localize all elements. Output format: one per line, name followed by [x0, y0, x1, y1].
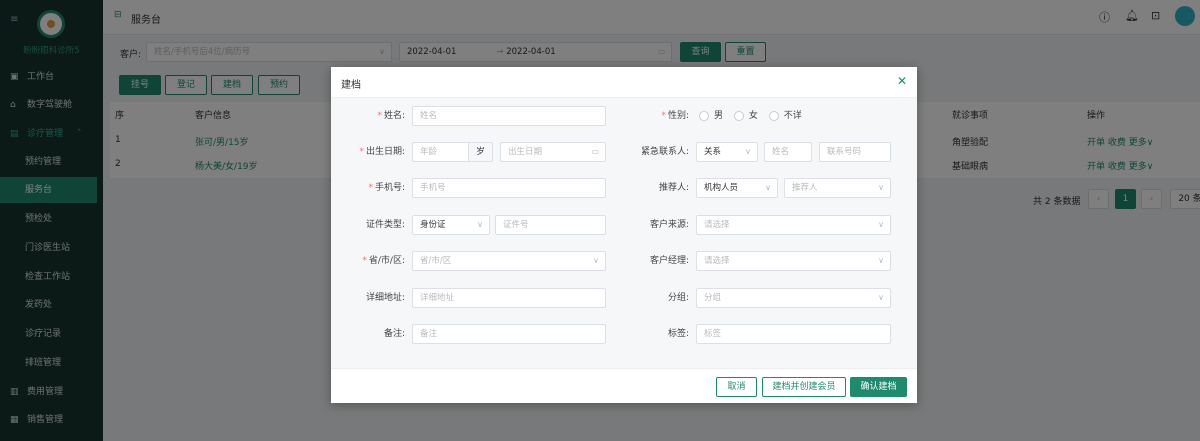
age-unit: 岁: [468, 142, 493, 162]
chevron-down-icon: ∨: [477, 220, 483, 229]
label-text: 出生日期:: [365, 147, 405, 157]
dialog-footer: 取消 建档并创建会员 确认建档: [331, 368, 917, 403]
manager-select[interactable]: 请选择 ∨: [696, 251, 891, 271]
chevron-down-icon: ∨: [878, 183, 884, 192]
region-label: * 省/市/区:: [362, 256, 405, 266]
label-text: 省/市/区:: [368, 256, 405, 266]
placeholder: 请选择: [704, 220, 730, 230]
placeholder: 分组: [704, 293, 722, 303]
id-type-label: 证件类型:: [365, 220, 405, 230]
phone-label: * 手机号:: [368, 183, 405, 193]
close-icon[interactable]: ✕: [897, 74, 907, 88]
name-label: * 姓名:: [377, 111, 405, 121]
note-label: 备注:: [383, 329, 405, 339]
relation-select[interactable]: 关系 ∨: [696, 142, 758, 162]
label-text: 姓名:: [383, 111, 405, 121]
placeholder: 请选择: [704, 256, 730, 266]
dialog-title: 建档: [341, 80, 361, 91]
unknown-label[interactable]: 不详: [784, 111, 802, 121]
tag-input[interactable]: 标签: [696, 324, 891, 344]
placeholder: 省/市/区: [420, 256, 452, 266]
placeholder: 推荐人: [792, 183, 818, 193]
radio-unknown[interactable]: [768, 110, 779, 121]
referrer-type-select[interactable]: 机构人员 ∨: [696, 178, 778, 198]
referrer-select[interactable]: 推荐人 ∨: [784, 178, 891, 198]
create-file-dialog: 建档 ✕ * 姓名: 姓名 * 性别: 男 女 不详 * 出生日期: 年龄 岁 出生日…: [331, 67, 917, 403]
cancel-button[interactable]: 取消: [716, 377, 757, 397]
radio-male[interactable]: [699, 110, 709, 121]
referrer-label: 推荐人:: [658, 183, 689, 193]
phone-input[interactable]: 手机号: [412, 178, 606, 198]
group-select[interactable]: 分组 ∨: [696, 288, 891, 308]
group-label: 分组:: [667, 293, 689, 303]
note-input[interactable]: 备注: [412, 324, 606, 344]
chevron-down-icon: ∨: [745, 147, 751, 156]
chevron-down-icon: ∨: [878, 256, 884, 265]
address-input[interactable]: 详细地址: [412, 288, 606, 308]
birth-label: * 出生日期:: [359, 147, 405, 157]
chevron-down-icon: ∨: [765, 183, 771, 192]
source-label: 客户来源:: [649, 220, 689, 230]
chevron-down-icon: ∨: [593, 256, 599, 265]
label-text: 手机号:: [374, 183, 405, 193]
emergency-phone-input[interactable]: 联系号码: [819, 142, 891, 162]
create-member-button[interactable]: 建档并创建会员: [762, 377, 846, 397]
address-label: 详细地址:: [365, 293, 405, 303]
placeholder: 出生日期: [508, 147, 543, 157]
male-label[interactable]: 男: [714, 111, 723, 121]
dialog-header: 建档 ✕: [331, 67, 917, 98]
gender-radios: 男 女 不详: [691, 106, 802, 126]
id-number-input[interactable]: 证件号: [495, 215, 606, 235]
value: 身份证: [420, 220, 446, 230]
value: 关系: [704, 147, 722, 157]
name-input[interactable]: 姓名: [412, 106, 606, 126]
emergency-label: 紧急联系人:: [640, 147, 689, 157]
id-type-select[interactable]: 身份证 ∨: [412, 215, 490, 235]
label-text: 性别:: [667, 111, 689, 121]
female-label[interactable]: 女: [749, 111, 758, 121]
emergency-name-input[interactable]: 姓名: [764, 142, 812, 162]
gender-label: * 性别:: [661, 111, 689, 121]
region-select[interactable]: 省/市/区 ∨: [412, 251, 606, 271]
manager-label: 客户经理:: [649, 256, 689, 266]
calendar-icon: ▭: [591, 147, 599, 156]
confirm-button[interactable]: 确认建档: [850, 377, 907, 397]
chevron-down-icon: ∨: [878, 220, 884, 229]
source-select[interactable]: 请选择 ∨: [696, 215, 891, 235]
tag-label: 标签:: [667, 329, 689, 339]
value: 机构人员: [704, 183, 739, 193]
radio-female[interactable]: [733, 110, 744, 121]
birthdate-input[interactable]: 出生日期 ▭: [500, 142, 606, 162]
chevron-down-icon: ∨: [878, 293, 884, 302]
